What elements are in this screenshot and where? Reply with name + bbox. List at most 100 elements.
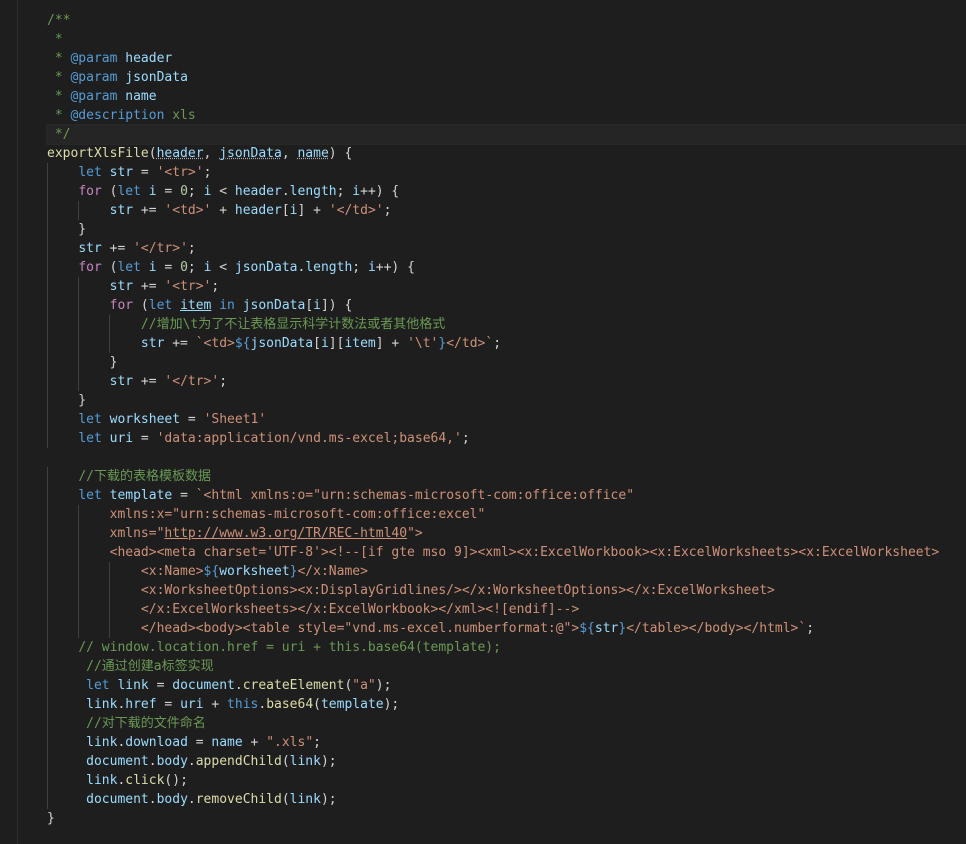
code-line[interactable]: * @param header [47, 49, 966, 68]
code-token: ] + [297, 203, 329, 218]
code-line[interactable]: // window.location.href = uri + this.bas… [47, 638, 966, 657]
code-line[interactable]: * @description xls [47, 106, 966, 125]
code-line[interactable]: </x:ExcelWorksheets></x:ExcelWorkbook></… [47, 600, 966, 619]
code-line[interactable]: * @param name [47, 87, 966, 106]
code-token: i [289, 203, 298, 218]
code-token: = [133, 431, 157, 446]
indent-guide [47, 353, 48, 372]
indent-guide [78, 524, 80, 543]
code-token: ; [187, 260, 204, 275]
code-token: </x:ExcelWorksheets></x:ExcelWorkbook></… [140, 602, 580, 617]
code-token: document [86, 754, 149, 769]
code-line[interactable]: let str = '<tr>'; [47, 163, 966, 182]
code-line[interactable]: * [47, 30, 966, 49]
code-token: xmlns=" [109, 526, 165, 541]
code-line[interactable]: } [47, 391, 966, 410]
code-line[interactable]: let link = document.createElement("a"); [47, 676, 966, 695]
code-token: let [117, 260, 141, 275]
code-token: ; [219, 374, 228, 389]
code-editor[interactable]: /** * * @param header * @param jsonData … [0, 0, 966, 844]
indent-guide [78, 277, 80, 296]
indent-guide [47, 334, 48, 353]
code-token: document [86, 792, 149, 807]
code-line[interactable]: let template = `<html xmlns:o="urn:schem… [47, 486, 966, 505]
indent-guide [47, 581, 48, 600]
code-line[interactable]: str += '<td>' + header[i] + '</td>'; [47, 201, 966, 220]
code-area[interactable]: /** * * @param header * @param jsonData … [46, 11, 966, 828]
code-token: . [187, 754, 196, 769]
code-line[interactable]: <x:Name>${worksheet}</x:Name> [47, 562, 966, 581]
code-line[interactable]: str += '</tr>'; [47, 239, 966, 258]
code-line[interactable]: } [47, 353, 966, 372]
code-line[interactable]: link.href = uri + this.base64(template); [47, 695, 966, 714]
code-token: uri [180, 697, 204, 712]
code-line[interactable]: //对下载的文件命名 [47, 714, 966, 733]
code-token: ]) { [320, 298, 353, 313]
code-line[interactable]: </head><body><table style="vnd.ms-excel.… [47, 619, 966, 638]
code-line[interactable]: str += '</tr>'; [47, 372, 966, 391]
code-line[interactable]: <head><meta charset='UTF-8'><!--[if gte … [47, 543, 966, 562]
code-token: </td>` [446, 336, 494, 351]
code-token: length [305, 260, 353, 275]
indent-guide [109, 619, 111, 638]
code-line[interactable]: let uri = 'data:application/vnd.ms-excel… [47, 429, 966, 448]
code-token: + [203, 697, 228, 712]
code-line[interactable]: */ [46, 124, 966, 145]
code-line[interactable]: for (let i = 0; i < jsonData.length; i++… [47, 258, 966, 277]
code-token: exportXlsFile [47, 146, 149, 161]
indent-guide [109, 600, 111, 619]
indent-guide [47, 714, 48, 733]
code-token: += [133, 279, 165, 294]
code-line[interactable]: exportXlsFile(header, jsonData, name) { [47, 144, 966, 163]
code-line[interactable]: /** [47, 11, 966, 30]
code-token: body [156, 754, 188, 769]
code-line[interactable]: } [47, 220, 966, 239]
code-line[interactable]: str += `<td>${jsonData[i][item] + '\t'}<… [47, 334, 966, 353]
code-line[interactable]: link.download = name + ".xls"; [47, 733, 966, 752]
code-token: i [313, 298, 321, 313]
code-token: = [148, 678, 173, 693]
code-token: ; [211, 279, 220, 294]
code-token: <head><meta charset='UTF-8'><!--[if gte … [109, 545, 940, 560]
code-line[interactable]: document.body.appendChild(link); [47, 752, 966, 771]
code-token: ( [281, 754, 290, 769]
code-line[interactable]: xmlns="http://www.w3.org/TR/REC-html40"> [47, 524, 966, 543]
code-line[interactable]: document.body.removeChild(link); [47, 790, 966, 809]
code-token: , [281, 146, 298, 161]
code-line[interactable]: <x:WorksheetOptions><x:DisplayGridlines/… [47, 581, 966, 600]
code-token: < [211, 260, 235, 275]
indent-guide [47, 258, 48, 277]
code-token: link [117, 678, 149, 693]
code-token: header [117, 51, 173, 66]
code-line[interactable]: str += '<tr>'; [47, 277, 966, 296]
code-token: document [172, 678, 235, 693]
code-line[interactable]: } [47, 809, 966, 828]
code-token: jsonData [234, 260, 298, 275]
code-token: ; [352, 260, 368, 275]
indent-guide [47, 619, 48, 638]
code-token: link [289, 792, 321, 807]
code-token: base64 [266, 697, 314, 712]
code-line[interactable]: //增加\t为了不让表格显示科学计数法或者其他格式 [47, 315, 966, 334]
code-token: http://www.w3.org/TR/REC-html40 [164, 526, 408, 541]
code-line[interactable]: xmlns:x="urn:schemas-microsoft-com:offic… [47, 505, 966, 524]
code-token: @param [70, 89, 118, 104]
code-line[interactable]: //通过创建a标签实现 [47, 657, 966, 676]
code-token: ( [101, 260, 118, 275]
indent-guide [47, 315, 48, 334]
code-token: str [140, 336, 165, 351]
code-line[interactable] [47, 448, 966, 467]
code-line[interactable]: for (let item in jsonData[i]) { [47, 296, 966, 315]
code-token: </x:Name> [297, 564, 368, 579]
code-line[interactable]: //下载的表格模板数据 [47, 467, 966, 486]
code-line[interactable]: * @param jsonData [47, 68, 966, 87]
code-token: link [86, 773, 118, 788]
code-line[interactable]: let worksheet = 'Sheet1' [47, 410, 966, 429]
code-line[interactable]: link.click(); [47, 771, 966, 790]
code-token: */ [47, 127, 71, 142]
code-line[interactable]: for (let i = 0; i < header.length; i++) … [47, 182, 966, 201]
